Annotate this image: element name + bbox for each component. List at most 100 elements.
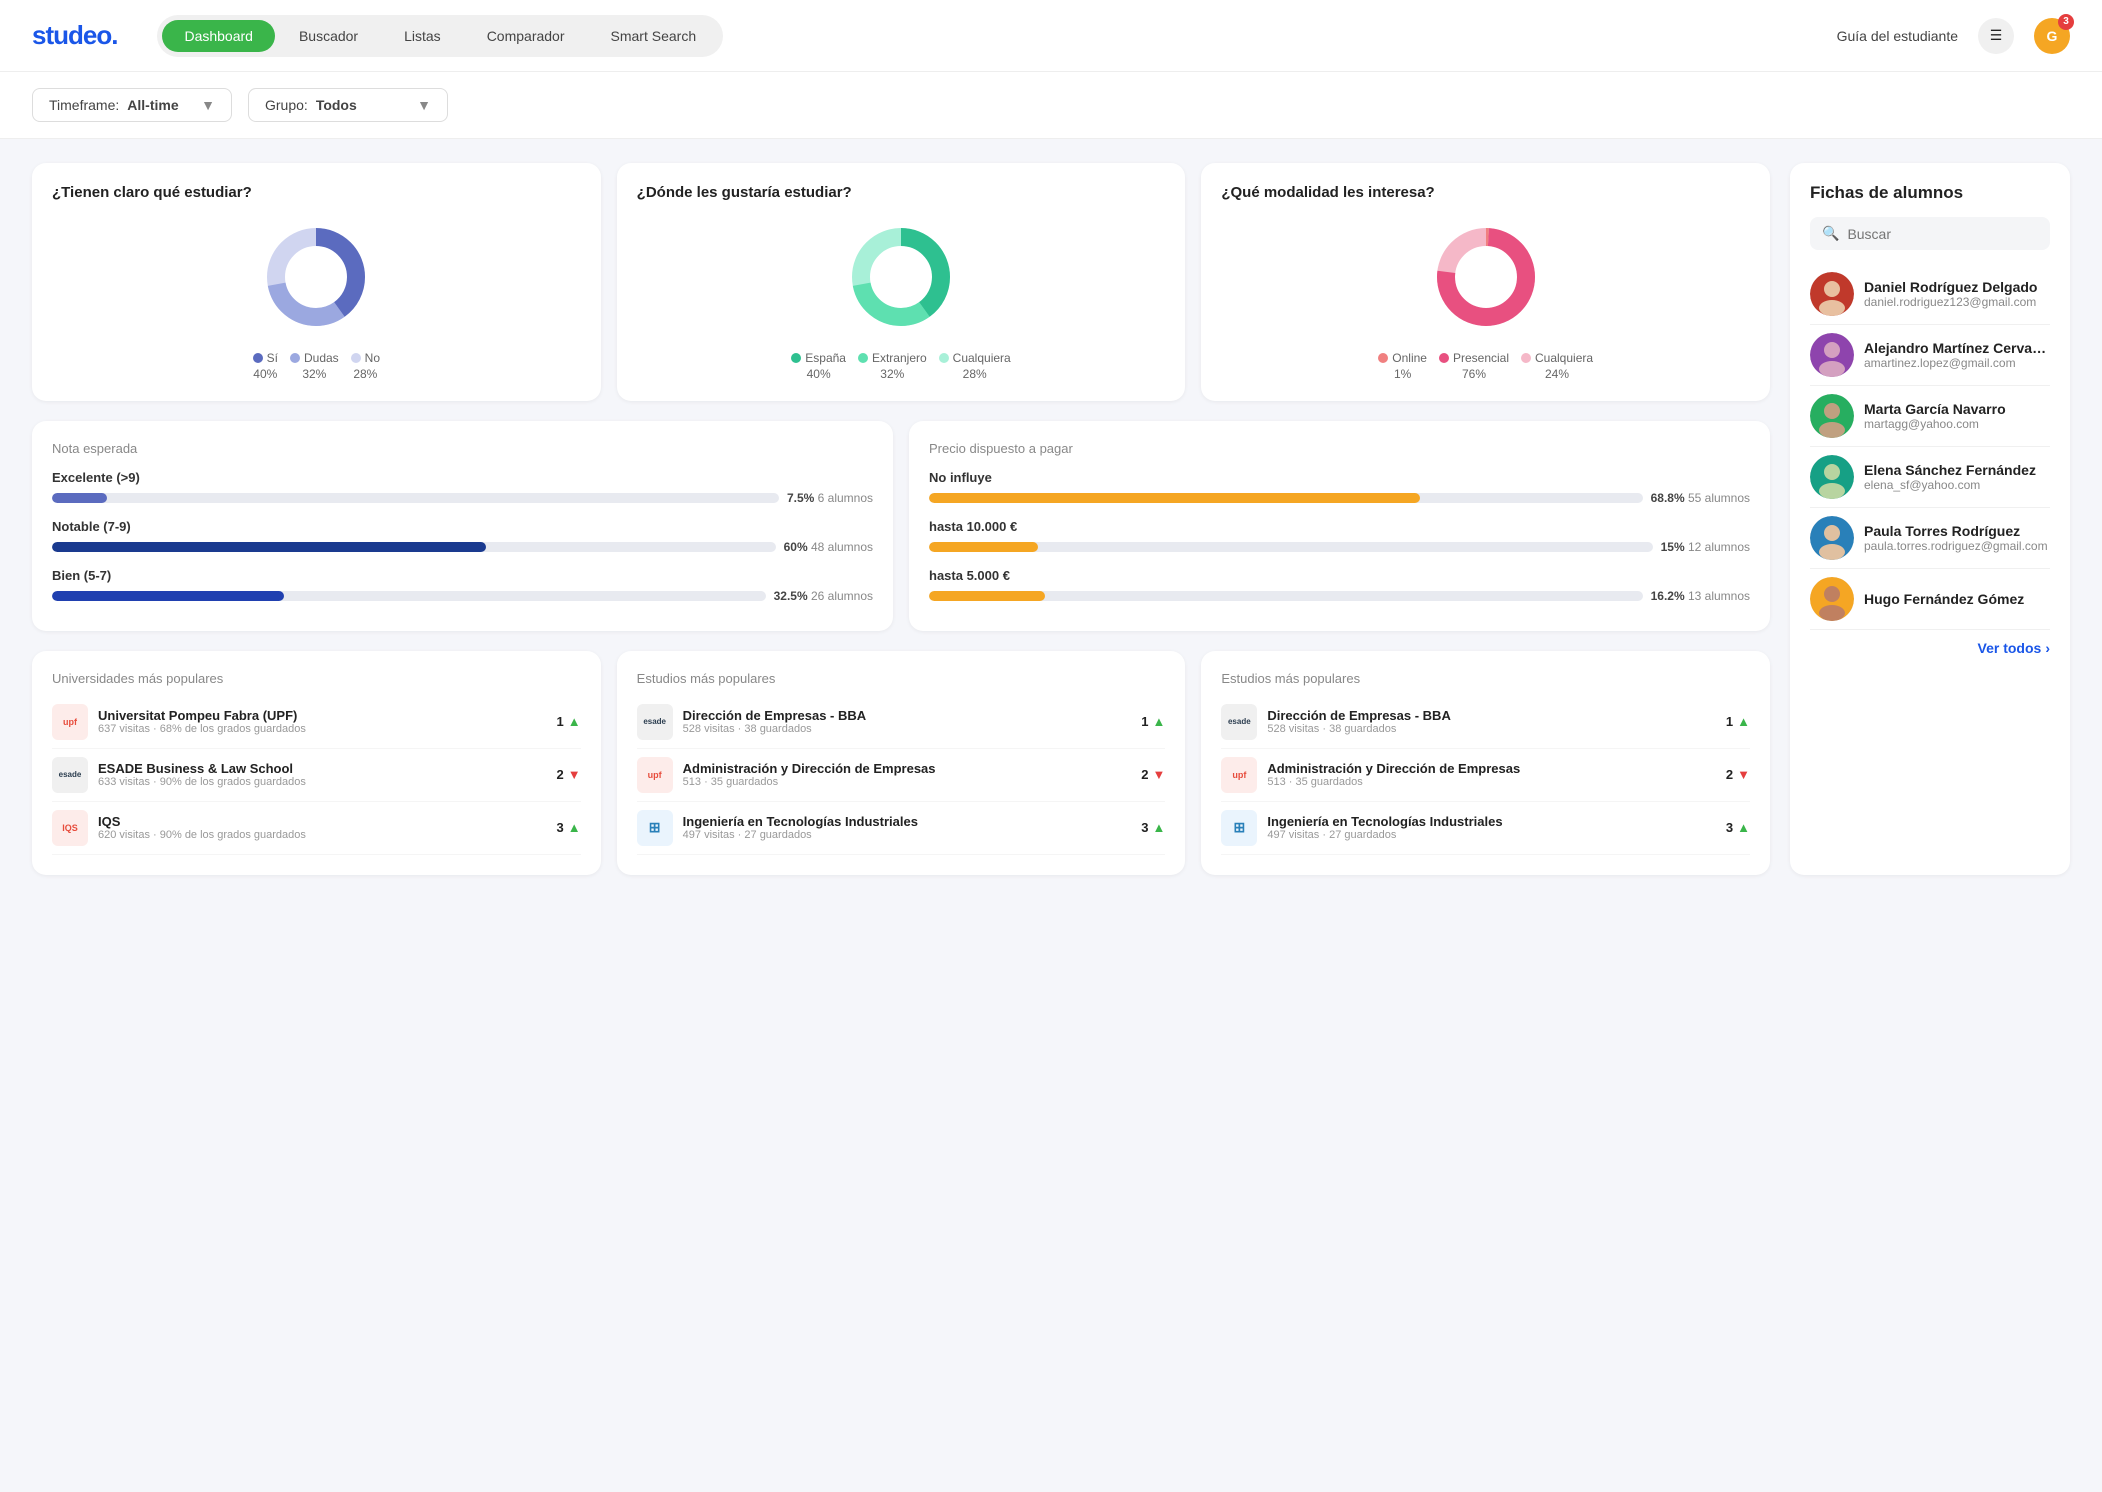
estudio2-name-1: Administración y Dirección de Empresas bbox=[1267, 761, 1716, 776]
estudio1-sub-0: 528 visitas · 38 guardados bbox=[683, 723, 1132, 735]
avatar-button[interactable]: G 3 bbox=[2034, 18, 2070, 54]
student-item-0[interactable]: Daniel Rodríguez Delgado daniel.rodrigue… bbox=[1810, 264, 2050, 325]
precio-bar-label-0: No influye bbox=[929, 470, 1750, 485]
student-item-4[interactable]: Paula Torres Rodríguez paula.torres.rodr… bbox=[1810, 508, 2050, 569]
chart3-title: ¿Qué modalidad les interesa? bbox=[1221, 183, 1750, 203]
guide-link[interactable]: Guía del estudiante bbox=[1837, 28, 1958, 44]
timeframe-value: All-time bbox=[127, 97, 178, 113]
universidades-list: upf Universitat Pompeu Fabra (UPF) 637 v… bbox=[52, 696, 581, 855]
precio-card: Precio dispuesto a pagar No influye 68.8… bbox=[909, 421, 1770, 631]
student-item-3[interactable]: Elena Sánchez Fernández elena_sf@yahoo.c… bbox=[1810, 447, 2050, 508]
fichas-panel: Fichas de alumnos 🔍 Daniel Rodríguez Del… bbox=[1790, 163, 2070, 875]
fichas-search-input[interactable] bbox=[1847, 226, 2038, 242]
student-email-3: elena_sf@yahoo.com bbox=[1864, 478, 2050, 492]
estudio1-logo-1: upf bbox=[637, 757, 673, 793]
estudio2-sub-1: 513 · 35 guardados bbox=[1267, 776, 1716, 788]
nav-buscador[interactable]: Buscador bbox=[277, 20, 380, 52]
rank-down-1: ▼ bbox=[568, 767, 581, 782]
precio-bar-track-0 bbox=[929, 493, 1643, 503]
precio-section-title: Precio dispuesto a pagar bbox=[929, 441, 1750, 456]
dot-dudas bbox=[290, 353, 300, 363]
nav-comparador[interactable]: Comparador bbox=[465, 20, 587, 52]
label-dudas: Dudas bbox=[304, 351, 339, 365]
estudio1-info-2: Ingeniería en Tecnologías Industriales 4… bbox=[683, 814, 1132, 841]
pct-presencial: 76% bbox=[1462, 367, 1486, 381]
chart2-legend: España 40% Extranjero 32% Cualquiera 28% bbox=[637, 351, 1166, 381]
estudios2-card: Estudios más populares esade Dirección d… bbox=[1201, 651, 1770, 875]
nota-bar-track-1 bbox=[52, 542, 776, 552]
rank-up-0: ▲ bbox=[568, 714, 581, 729]
chart1-donut bbox=[52, 217, 581, 337]
dot-presencial bbox=[1439, 353, 1449, 363]
estudio1-sub-2: 497 visitas · 27 guardados bbox=[683, 829, 1132, 841]
estudio1-rank-2: 3 ▲ bbox=[1141, 820, 1165, 835]
ver-todos-button[interactable]: Ver todos › bbox=[1810, 640, 2050, 656]
chart-estudiar: ¿Tienen claro qué estudiar? Sí 40% bbox=[32, 163, 601, 401]
label-extranjero: Extranjero bbox=[872, 351, 927, 365]
chart2-svg bbox=[841, 217, 961, 337]
student-name-2: Marta García Navarro bbox=[1864, 401, 2050, 417]
grupo-value: Todos bbox=[316, 97, 357, 113]
student-item-1[interactable]: Alejandro Martínez Cervan... amartinez.l… bbox=[1810, 325, 2050, 386]
nota-bar-track-0 bbox=[52, 493, 779, 503]
grupo-filter[interactable]: Grupo: Todos ▼ bbox=[248, 88, 448, 122]
rank-up-2: ▲ bbox=[568, 820, 581, 835]
estudio1-info-0: Dirección de Empresas - BBA 528 visitas … bbox=[683, 708, 1132, 735]
label-cualquiera3: Cualquiera bbox=[1535, 351, 1593, 365]
pct-no: 28% bbox=[353, 367, 377, 381]
student-avatar-4 bbox=[1810, 516, 1854, 560]
uni-name-0: Universitat Pompeu Fabra (UPF) bbox=[98, 708, 547, 723]
label-no: No bbox=[365, 351, 380, 365]
estudio1-info-1: Administración y Dirección de Empresas 5… bbox=[683, 761, 1132, 788]
timeframe-label: Timeframe: bbox=[49, 97, 119, 113]
universidades-section-title: Universidades más populares bbox=[52, 671, 581, 686]
logo: studeo. bbox=[32, 20, 117, 51]
uni-name-2: IQS bbox=[98, 814, 547, 829]
charts-row: ¿Tienen claro qué estudiar? Sí 40% bbox=[32, 163, 1770, 401]
nota-bar-info-2: 32.5% 26 alumnos bbox=[774, 589, 873, 603]
chart-donde: ¿Dónde les gustaría estudiar? España 40%… bbox=[617, 163, 1186, 401]
estudio2-item-1[interactable]: upf Administración y Dirección de Empres… bbox=[1221, 749, 1750, 802]
estudio1-rank-0: 1 ▲ bbox=[1141, 714, 1165, 729]
chart1-legend: Sí 40% Dudas 32% No 28% bbox=[52, 351, 581, 381]
student-item-5[interactable]: Hugo Fernández Gómez bbox=[1810, 569, 2050, 630]
estudios1-card: Estudios más populares esade Dirección d… bbox=[617, 651, 1186, 875]
estudio2-sub-2: 497 visitas · 27 guardados bbox=[1267, 829, 1716, 841]
student-info-5: Hugo Fernández Gómez bbox=[1864, 591, 2050, 607]
student-avatar-0 bbox=[1810, 272, 1854, 316]
nav-listas[interactable]: Listas bbox=[382, 20, 463, 52]
estudio1-rank-down-1: ▼ bbox=[1152, 767, 1165, 782]
nav-smart-search[interactable]: Smart Search bbox=[589, 20, 719, 52]
search-icon: 🔍 bbox=[1822, 225, 1839, 242]
fichas-title: Fichas de alumnos bbox=[1810, 183, 2050, 203]
estudio2-item-0[interactable]: esade Dirección de Empresas - BBA 528 vi… bbox=[1221, 696, 1750, 749]
student-info-2: Marta García Navarro martagg@yahoo.com bbox=[1864, 401, 2050, 431]
hamburger-icon: ☰ bbox=[1990, 27, 2003, 44]
chart2-donut bbox=[637, 217, 1166, 337]
dot-espana bbox=[791, 353, 801, 363]
timeframe-filter[interactable]: Timeframe: All-time ▼ bbox=[32, 88, 232, 122]
estudio2-logo-0: esade bbox=[1221, 704, 1257, 740]
estudios2-section-title: Estudios más populares bbox=[1221, 671, 1750, 686]
estudio2-item-2[interactable]: ⊞ Ingeniería en Tecnologías Industriales… bbox=[1221, 802, 1750, 855]
estudio1-item-2[interactable]: ⊞ Ingeniería en Tecnologías Industriales… bbox=[637, 802, 1166, 855]
uni-item-2[interactable]: IQS IQS 620 visitas · 90% de los grados … bbox=[52, 802, 581, 855]
nota-esperada-card: Nota esperada Excelente (>9) 7.5% 6 alum… bbox=[32, 421, 893, 631]
estudio1-item-1[interactable]: upf Administración y Dirección de Empres… bbox=[637, 749, 1166, 802]
pct-si: 40% bbox=[253, 367, 277, 381]
estudio1-sub-1: 513 · 35 guardados bbox=[683, 776, 1132, 788]
student-item-2[interactable]: Marta García Navarro martagg@yahoo.com bbox=[1810, 386, 2050, 447]
nav-dashboard[interactable]: Dashboard bbox=[162, 20, 275, 52]
legend-presencial: Presencial 76% bbox=[1439, 351, 1509, 381]
chart1-title: ¿Tienen claro qué estudiar? bbox=[52, 183, 581, 203]
estudio1-item-0[interactable]: esade Dirección de Empresas - BBA 528 vi… bbox=[637, 696, 1166, 749]
pct-extranjero: 32% bbox=[880, 367, 904, 381]
fichas-search-box[interactable]: 🔍 bbox=[1810, 217, 2050, 250]
nota-bar-label-1: Notable (7-9) bbox=[52, 519, 873, 534]
estudio2-name-2: Ingeniería en Tecnologías Industriales bbox=[1267, 814, 1716, 829]
uni-item-1[interactable]: esade ESADE Business & Law School 633 vi… bbox=[52, 749, 581, 802]
dot-cualquiera3 bbox=[1521, 353, 1531, 363]
uni-item-0[interactable]: upf Universitat Pompeu Fabra (UPF) 637 v… bbox=[52, 696, 581, 749]
chevron-right-icon: › bbox=[2045, 640, 2050, 656]
menu-button[interactable]: ☰ bbox=[1978, 18, 2014, 54]
